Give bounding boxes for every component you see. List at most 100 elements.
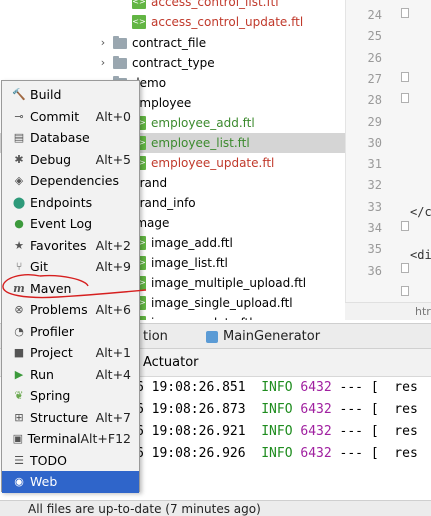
menu-item-maven[interactable]: m Maven: [2, 278, 139, 300]
chevron-right-icon[interactable]: ›: [97, 33, 109, 53]
problems-icon: ⊗: [14, 303, 24, 317]
line-number: 33: [367, 199, 382, 214]
tree-row-label: access_control_update.ftl: [151, 15, 304, 29]
log-timestamp: 6 19:08:26.873: [136, 402, 246, 417]
web-icon: ◉: [14, 475, 24, 489]
tree-row[interactable]: <> access_control_list.ftl: [132, 0, 279, 12]
tree-row[interactable]: › contract_type: [97, 53, 215, 73]
log-line: 6 19:08:26.926 INFO 6432 --- [ res: [136, 446, 418, 461]
event-log-icon: ●: [14, 217, 24, 231]
tab-partial[interactable]: tion: [143, 324, 168, 350]
menu-item-label: Project: [30, 345, 73, 361]
fold-marker-icon[interactable]: [401, 286, 409, 296]
menu-item-dependencies[interactable]: ◈ Dependencies: [2, 170, 139, 192]
menu-item-label: Commit: [30, 108, 80, 124]
log-rest: --- [ res: [331, 424, 418, 439]
menu-item-structure[interactable]: ⊞ Structure Alt+7: [2, 407, 139, 429]
fold-marker-icon[interactable]: [401, 263, 409, 273]
menu-item-label: Build: [30, 87, 62, 103]
chevron-right-icon[interactable]: ›: [97, 53, 109, 73]
log-pid: 6432: [300, 446, 332, 461]
tree-row[interactable]: <>employee_update.ftl: [132, 153, 274, 173]
tree-row-label: image_multiple_upload.ftl: [151, 276, 307, 290]
menu-item-label: TODO: [30, 452, 67, 468]
bug-icon: ✱: [14, 152, 24, 166]
commit-icon: ⊸: [14, 109, 24, 123]
menu-item-web[interactable]: ◉ Web: [2, 471, 139, 493]
fold-marker-icon[interactable]: [401, 221, 409, 231]
menu-item-label: Debug: [30, 151, 72, 167]
fold-marker-icon[interactable]: [401, 8, 409, 18]
tree-row[interactable]: <>image_add.ftl: [132, 233, 233, 253]
menu-item-git[interactable]: ⑂ Git Alt+9: [2, 256, 139, 278]
tree-row[interactable]: <> access_control_update.ftl: [132, 12, 303, 32]
menu-item-spring[interactable]: ❦ Spring: [2, 385, 139, 407]
log-level: INFO: [261, 380, 293, 395]
tree-row-label: access_control_list.ftl: [151, 0, 279, 9]
menu-item-shortcut: Alt+1: [95, 345, 131, 361]
line-number: 36: [367, 263, 382, 278]
structure-icon: ⊞: [14, 410, 24, 424]
tree-row[interactable]: <>image_multiple_upload.ftl: [132, 273, 306, 293]
editor-gutter: 24 25 26 27 28 29 30 31 32 33 34 35 36 </c <di: [345, 0, 431, 302]
tree-row-label: image_add.ftl: [151, 236, 233, 250]
menu-item-label: Structure: [30, 409, 89, 425]
fold-marker-icon[interactable]: [401, 72, 409, 82]
tree-row-label: employee_add.ftl: [151, 116, 255, 130]
menu-item-run[interactable]: ▶ Run Alt+4: [2, 364, 139, 386]
menu-item-shortcut: Alt+2: [95, 237, 131, 253]
profiler-icon: ◔: [14, 324, 24, 338]
menu-item-project[interactable]: ■ Project Alt+1: [2, 342, 139, 364]
actuator-tab[interactable]: Actuator: [143, 355, 199, 370]
menu-item-label: Terminal: [27, 431, 81, 447]
tree-row-label: employee_update.ftl: [151, 156, 275, 170]
menu-item-event-log[interactable]: ● Event Log: [2, 213, 139, 235]
tree-row[interactable]: <>employee_add.ftl: [132, 113, 255, 133]
menu-item-label: Maven: [30, 280, 72, 296]
menu-item-shortcut: Alt+4: [95, 366, 131, 382]
terminal-icon: ▣: [12, 432, 24, 446]
tree-row-label: image_update.ftl: [151, 313, 253, 320]
menu-item-endpoints[interactable]: ⬤ Endpoints: [2, 192, 139, 214]
tree-row[interactable]: <>image_update.ftl: [132, 313, 253, 320]
tab-main-generator-label: MainGenerator: [223, 329, 321, 344]
menu-item-profiler[interactable]: ◔ Profiler: [2, 321, 139, 343]
menu-item-database[interactable]: ▤ Database: [2, 127, 139, 149]
fold-marker-icon[interactable]: [401, 93, 409, 103]
menu-item-label: Favorites: [30, 237, 87, 253]
log-rest: --- [ res: [331, 380, 418, 395]
log-line: 6 19:08:26.921 INFO 6432 --- [ res: [136, 424, 418, 439]
endpoints-icon: ⬤: [12, 195, 26, 209]
ftl-file-icon: <>: [132, 15, 146, 29]
log-timestamp: 6 19:08:26.851: [136, 380, 246, 395]
menu-item-todo[interactable]: ☰ TODO: [2, 450, 139, 472]
line-number: 35: [367, 242, 382, 257]
menu-item-favorites[interactable]: ★ Favorites Alt+2: [2, 235, 139, 257]
tree-row[interactable]: <>image_list.ftl: [132, 253, 228, 273]
menu-item-shortcut: Alt+7: [95, 409, 131, 425]
tree-row-label: employee_list.ftl: [151, 136, 250, 150]
tab-main-generator[interactable]: MainGenerator: [206, 324, 320, 350]
menu-item-debug[interactable]: ✱ Debug Alt+5: [2, 149, 139, 171]
code-fragment: <di: [410, 248, 431, 262]
tree-row-label: image_single_upload.ftl: [151, 296, 293, 310]
line-number: 29: [367, 114, 382, 129]
menu-item-terminal[interactable]: ▣ Terminal Alt+F12: [2, 428, 139, 450]
menu-item-label: Problems: [30, 302, 88, 318]
menu-item-problems[interactable]: ⊗ Problems Alt+6: [2, 299, 139, 321]
dependencies-icon: ◈: [14, 174, 24, 188]
tree-row[interactable]: <>image_single_upload.ftl: [132, 293, 293, 313]
menu-item-label: Event Log: [30, 216, 93, 232]
line-number: 31: [367, 157, 382, 172]
log-rest: --- [ res: [331, 446, 418, 461]
menu-item-shortcut: Alt+0: [95, 108, 131, 124]
log-line: 6 19:08:26.873 INFO 6432 --- [ res: [136, 402, 418, 417]
tree-row[interactable]: › contract_file: [97, 33, 206, 53]
menu-item-build[interactable]: 🔨 Build: [2, 84, 139, 106]
menu-item-commit[interactable]: ⊸ Commit Alt+0: [2, 106, 139, 128]
ftl-file-icon: <>: [132, 0, 146, 9]
log-line: 6 19:08:26.851 INFO 6432 --- [ res: [136, 380, 418, 395]
log-timestamp: 6 19:08:26.921: [136, 424, 246, 439]
log-pid: 6432: [300, 402, 332, 417]
todo-icon: ☰: [14, 453, 24, 467]
